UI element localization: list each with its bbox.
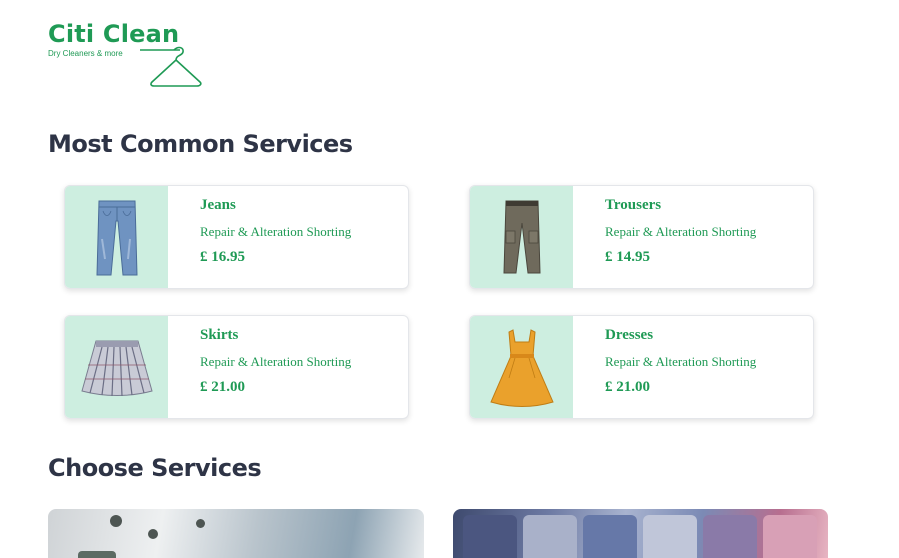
service-name: Skirts	[200, 327, 239, 343]
service-description: Repair & Alteration Shorting	[200, 224, 352, 239]
service-description: Repair & Alteration Shorting	[605, 354, 757, 369]
service-description: Repair & Alteration Shorting	[200, 354, 352, 369]
shirt-graphic	[643, 515, 697, 558]
shirt-graphic	[703, 515, 757, 558]
jeans-thumbnail	[65, 186, 168, 288]
service-card-trousers[interactable]: Trousers Repair & Alteration Shorting £ …	[469, 185, 814, 289]
trousers-thumbnail	[470, 186, 573, 288]
thread-spool-graphic	[110, 515, 122, 527]
service-name: Trousers	[605, 197, 662, 213]
hanger-icon	[140, 46, 202, 87]
service-name: Dresses	[605, 327, 654, 343]
service-card-jeans[interactable]: Jeans Repair & Alteration Shorting £ 16.…	[64, 185, 409, 289]
skirt-icon	[80, 340, 153, 397]
shirt-graphic	[463, 515, 517, 558]
dress-thumbnail	[470, 316, 573, 418]
service-card-skirts[interactable]: Skirts Repair & Alteration Shorting £ 21…	[64, 315, 409, 419]
shirt-graphic	[523, 515, 577, 558]
service-description: Repair & Alteration Shorting	[605, 224, 757, 239]
service-image-dry-cleaning[interactable]	[453, 509, 828, 558]
shirt-graphic	[583, 515, 637, 558]
service-price: £ 14.95	[605, 249, 650, 265]
service-price: £ 21.00	[605, 379, 650, 395]
service-price: £ 16.95	[200, 249, 245, 265]
brand-tagline: Dry Cleaners & more	[48, 49, 123, 58]
brand-logo[interactable]: Citi Clean Dry Cleaners & more	[48, 20, 208, 88]
choose-services-title: Choose Services	[48, 454, 262, 482]
service-card-dresses[interactable]: Dresses Repair & Alteration Shorting £ 2…	[469, 315, 814, 419]
thread-spool-graphic	[196, 519, 205, 528]
service-image-tailoring[interactable]	[48, 509, 424, 558]
trousers-icon	[502, 200, 541, 274]
skirt-thumbnail	[65, 316, 168, 418]
most-common-services-title: Most Common Services	[48, 130, 353, 158]
sewing-machine-graphic	[78, 551, 116, 558]
thread-spool-graphic	[148, 529, 158, 539]
jeans-icon	[95, 200, 138, 276]
service-price: £ 21.00	[200, 379, 245, 395]
brand-name: Citi Clean	[48, 20, 180, 48]
dress-icon	[489, 329, 554, 407]
shirt-graphic	[763, 515, 817, 558]
service-name: Jeans	[200, 197, 236, 213]
